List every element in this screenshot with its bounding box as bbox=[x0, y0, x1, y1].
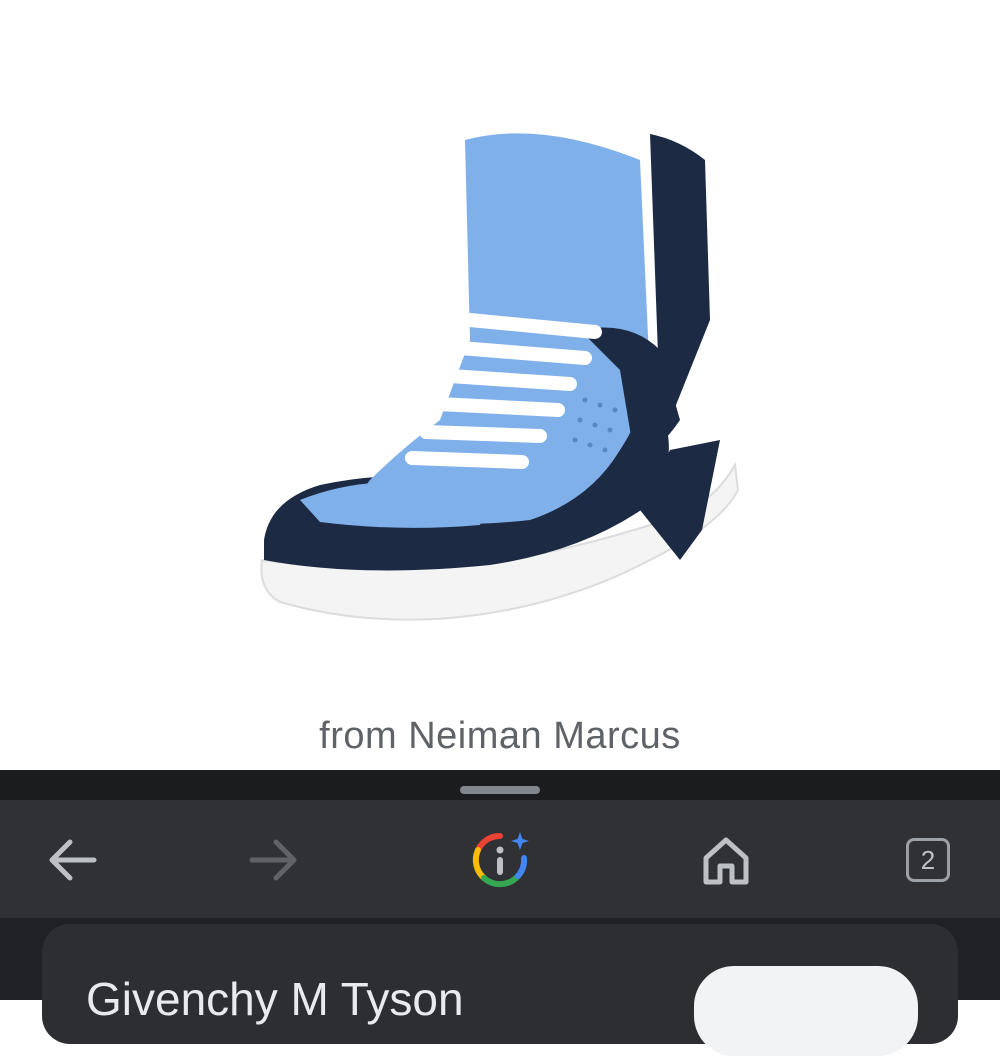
home-button[interactable] bbox=[690, 824, 762, 896]
tab-switcher-button[interactable]: 2 bbox=[892, 824, 964, 896]
source-caption[interactable]: from Neiman Marcus bbox=[0, 715, 1000, 758]
arrow-right-icon bbox=[249, 839, 297, 881]
lens-bottom-sheet[interactable]: 2 Givenchy M Tyson bbox=[0, 770, 1000, 1056]
lens-button[interactable] bbox=[464, 824, 536, 896]
tab-count: 2 bbox=[906, 838, 950, 882]
home-icon bbox=[703, 837, 749, 885]
google-lens-icon bbox=[472, 832, 529, 888]
result-title: Givenchy M Tyson bbox=[86, 973, 464, 1025]
browser-toolbar: 2 bbox=[0, 800, 1000, 918]
result-action-button[interactable] bbox=[694, 966, 918, 1056]
sheet-header bbox=[0, 770, 1000, 800]
back-button[interactable] bbox=[36, 824, 108, 896]
result-card[interactable]: Givenchy M Tyson bbox=[42, 924, 958, 1056]
product-area: from Neiman Marcus bbox=[0, 0, 1000, 770]
results-panel: Givenchy M Tyson bbox=[0, 918, 1000, 1056]
drag-handle[interactable] bbox=[460, 786, 540, 794]
forward-button[interactable] bbox=[238, 824, 310, 896]
product-image[interactable] bbox=[240, 120, 760, 640]
arrow-left-icon bbox=[49, 839, 97, 881]
